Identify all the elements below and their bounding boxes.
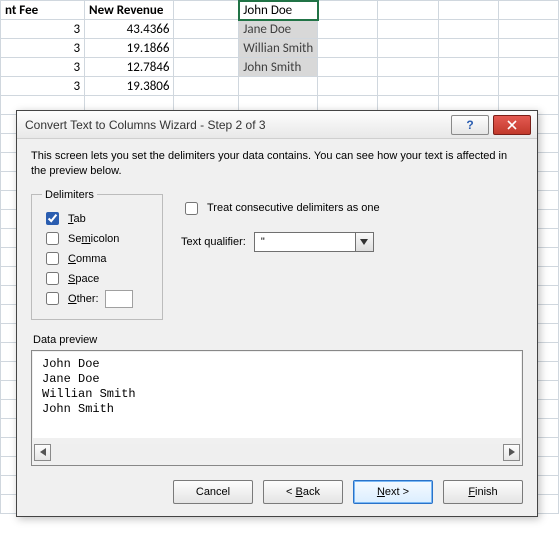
col-header-revenue[interactable]: New Revenue xyxy=(85,1,174,20)
delim-space-checkbox[interactable] xyxy=(46,272,59,285)
next-button[interactable]: Next > xyxy=(353,480,433,504)
delim-semicolon-checkbox[interactable] xyxy=(46,232,59,245)
delim-other[interactable]: Other: xyxy=(42,289,152,309)
text-qualifier-label: Text qualifier: xyxy=(181,236,246,248)
delimiters-legend: Delimiters xyxy=(42,189,97,201)
delim-comma-checkbox[interactable] xyxy=(46,252,59,265)
finish-button[interactable]: Finish xyxy=(443,480,523,504)
scroll-right-button[interactable] xyxy=(503,444,520,461)
dialog-title: Convert Text to Columns Wizard - Step 2 … xyxy=(25,118,451,132)
delim-other-checkbox[interactable] xyxy=(46,292,59,305)
cell-fee[interactable]: 3 xyxy=(1,39,85,58)
triangle-left-icon xyxy=(40,448,46,456)
delim-tab-checkbox[interactable] xyxy=(46,212,59,225)
chevron-down-icon xyxy=(360,239,368,245)
delim-semicolon[interactable]: Semicolon xyxy=(42,229,152,249)
cell-selected-name[interactable]: John Doe xyxy=(239,1,318,20)
text-qualifier-value: " xyxy=(255,236,355,248)
close-icon xyxy=(507,120,517,130)
treat-consecutive[interactable]: Treat consecutive delimiters as one xyxy=(181,199,380,218)
cell-name[interactable]: Jane Doe xyxy=(239,20,318,39)
dropdown-button[interactable] xyxy=(355,233,373,251)
titlebar[interactable]: Convert Text to Columns Wizard - Step 2 … xyxy=(17,111,537,139)
dialog-description: This screen lets you set the delimiters … xyxy=(31,149,523,179)
cancel-button[interactable]: Cancel xyxy=(173,480,253,504)
help-icon: ? xyxy=(466,118,473,132)
delim-space[interactable]: Space xyxy=(42,269,152,289)
cell-name[interactable]: Willian Smith xyxy=(239,39,318,58)
cell-rev[interactable]: 19.1866 xyxy=(85,39,174,58)
delim-comma[interactable]: Comma xyxy=(42,249,152,269)
cell-rev[interactable]: 43.4366 xyxy=(85,20,174,39)
delimiters-group: Delimiters Tab Semicolon Comma Space xyxy=(31,189,163,320)
cell-rev[interactable]: 12.7846 xyxy=(85,58,174,77)
preview-box: John Doe Jane Doe Willian Smith John Smi… xyxy=(31,350,523,466)
cell-fee[interactable]: 3 xyxy=(1,77,85,96)
preview-label: Data preview xyxy=(33,334,523,346)
scroll-track[interactable] xyxy=(51,444,503,461)
preview-content: John Doe Jane Doe Willian Smith John Smi… xyxy=(33,352,521,438)
delim-other-input[interactable] xyxy=(105,290,133,308)
text-qualifier-combo[interactable]: " xyxy=(254,232,374,252)
close-button[interactable] xyxy=(493,115,531,135)
scroll-left-button[interactable] xyxy=(34,444,51,461)
cell-fee[interactable]: 3 xyxy=(1,58,85,77)
treat-consecutive-checkbox[interactable] xyxy=(185,202,198,215)
text-to-columns-dialog: Convert Text to Columns Wizard - Step 2 … xyxy=(16,110,538,517)
preview-hscrollbar[interactable] xyxy=(34,444,520,461)
cell-name[interactable]: John Smith xyxy=(239,58,318,77)
delim-tab[interactable]: Tab xyxy=(42,209,152,229)
triangle-right-icon xyxy=(509,448,515,456)
help-button[interactable]: ? xyxy=(451,115,489,135)
cell-fee[interactable]: 3 xyxy=(1,20,85,39)
col-header-fee[interactable]: nt Fee xyxy=(1,1,85,20)
back-button[interactable]: < Back xyxy=(263,480,343,504)
cell-rev[interactable]: 19.3806 xyxy=(85,77,174,96)
cell-empty[interactable] xyxy=(174,1,239,20)
